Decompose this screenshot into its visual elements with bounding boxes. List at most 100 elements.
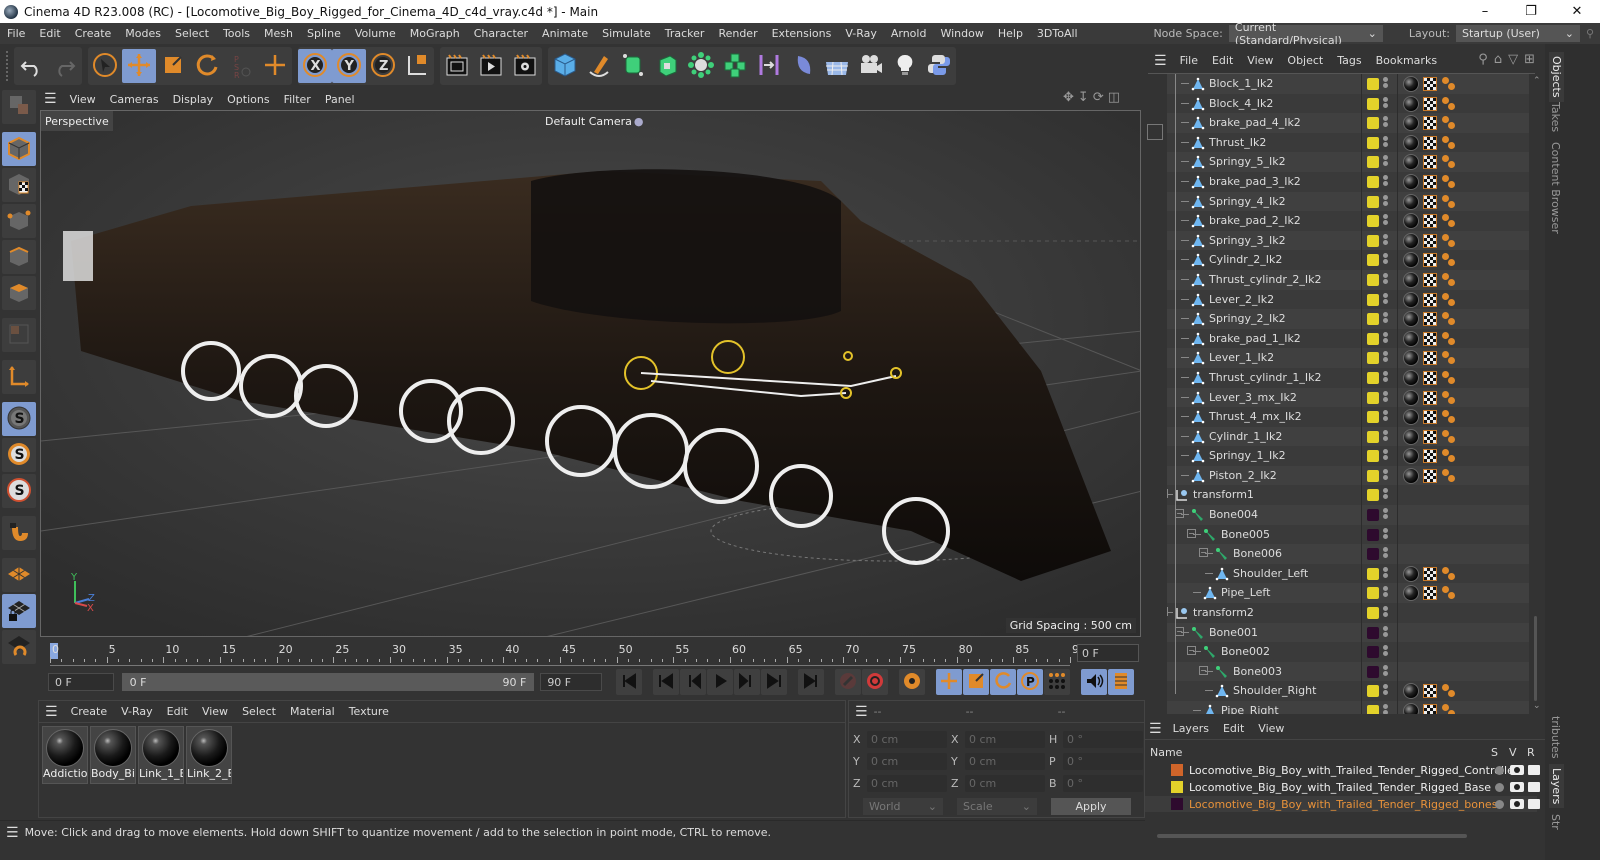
collapse-toggle-icon[interactable]: − — [1187, 646, 1196, 656]
ik-constraint-tag-icon[interactable] — [1441, 194, 1457, 210]
menu-render[interactable]: Render — [711, 27, 764, 40]
layer-color-swatch[interactable] — [1367, 528, 1379, 541]
texture-tag-icon[interactable] — [1423, 312, 1437, 327]
coord-system-dropdown[interactable]: World ⌄ — [863, 798, 943, 815]
object-name[interactable]: Bone001 — [1209, 626, 1258, 639]
material-tag-icon[interactable] — [1403, 252, 1419, 269]
object-row[interactable]: brake_pad_2_Ik2 — [1167, 211, 1529, 231]
scroll-up-icon[interactable]: ⌃ — [1533, 76, 1541, 86]
menu-spline[interactable]: Spline — [300, 27, 348, 40]
menu-3dtoall[interactable]: 3DToAll — [1030, 27, 1085, 40]
material-tag-icon[interactable] — [1403, 330, 1419, 347]
layer-color-swatch[interactable] — [1367, 705, 1379, 714]
ik-constraint-tag-icon[interactable] — [1441, 409, 1457, 425]
layer-color-swatch[interactable] — [1367, 450, 1379, 463]
menu-modes[interactable]: Modes — [118, 27, 168, 40]
menu-simulate[interactable]: Simulate — [595, 27, 658, 40]
workplane-rotate-button[interactable] — [2, 630, 36, 664]
visibility-dots-icon[interactable] — [1383, 546, 1389, 560]
pen-button[interactable] — [582, 49, 616, 83]
solo-toggle-icon[interactable] — [1495, 782, 1504, 792]
select-button[interactable] — [88, 49, 122, 83]
object-name[interactable]: brake_pad_1_Ik2 — [1209, 332, 1301, 345]
visibility-dots-icon[interactable] — [1383, 507, 1389, 521]
go-end-button[interactable] — [798, 669, 824, 695]
layer-color-swatch[interactable] — [1367, 391, 1379, 404]
layer-color-swatch[interactable] — [1367, 548, 1379, 561]
key-position-button[interactable] — [936, 669, 962, 695]
layer-color-swatch[interactable] — [1367, 175, 1379, 188]
menu-volume[interactable]: Volume — [348, 27, 403, 40]
menu-tracker[interactable]: Tracker — [658, 27, 712, 40]
3d-viewport[interactable]: Y Z X Perspective Default Camera ● Grid S… — [40, 110, 1141, 637]
object-row[interactable]: Lever_1_Ik2 — [1167, 348, 1529, 368]
object-name[interactable]: brake_pad_2_Ik2 — [1209, 214, 1301, 227]
texture-tag-icon[interactable] — [1423, 704, 1437, 714]
solo-off-button[interactable]: S — [2, 402, 36, 436]
position-x-field[interactable]: 0 cm — [867, 731, 947, 748]
texture-tag-icon[interactable] — [1423, 135, 1437, 150]
panel-layout-icon[interactable] — [1147, 124, 1163, 140]
start-frame-field[interactable]: 0 F — [48, 673, 114, 691]
new-view-icon[interactable]: ⊞ — [1524, 52, 1535, 67]
undo-button[interactable] — [14, 49, 48, 83]
object-row[interactable]: Lever_3_mx_Ik2 — [1167, 387, 1529, 408]
layer-row[interactable]: Locomotive_Big_Boy_with_Trailed_Tender_R… — [1145, 796, 1540, 812]
texture-tag-icon[interactable] — [1423, 449, 1437, 464]
object-name[interactable]: Springy_3_Ik2 — [1209, 234, 1286, 247]
record-keys-button[interactable] — [835, 669, 861, 695]
object-row[interactable]: Springy_3_Ik2 — [1167, 230, 1529, 251]
visibility-dots-icon[interactable] — [1383, 331, 1389, 345]
object-name[interactable]: Thrust_cylindr_2_Ik2 — [1209, 273, 1322, 286]
visibility-dots-icon[interactable] — [1383, 409, 1389, 423]
layer-color-swatch[interactable] — [1367, 371, 1379, 384]
menu-file[interactable]: File — [0, 27, 32, 40]
layer-color-swatch[interactable] — [1367, 234, 1379, 247]
object-name[interactable]: Block_4_Ik2 — [1209, 97, 1273, 110]
layer-name[interactable]: Locomotive_Big_Boy_with_Trailed_Tender_R… — [1189, 798, 1497, 811]
object-name[interactable]: Bone002 — [1221, 645, 1270, 658]
layer-color-swatch[interactable] — [1171, 781, 1183, 793]
layer-color-swatch[interactable] — [1367, 430, 1379, 443]
layer-color-swatch[interactable] — [1367, 626, 1379, 639]
collapse-toggle-icon[interactable]: − — [1167, 607, 1168, 617]
layer-color-swatch[interactable] — [1367, 313, 1379, 326]
object-name[interactable]: Bone006 — [1233, 547, 1282, 560]
object-name[interactable]: Shoulder_Right — [1233, 684, 1316, 697]
layer-color-swatch[interactable] — [1367, 78, 1379, 90]
rotation-p-field[interactable]: 0 ° — [1063, 753, 1143, 770]
close-button[interactable]: ✕ — [1554, 0, 1600, 23]
rotation-h-field[interactable]: 0 ° — [1063, 731, 1143, 748]
object-row[interactable]: Lever_2_Ik2 — [1167, 289, 1529, 310]
ik-constraint-tag-icon[interactable] — [1441, 468, 1457, 484]
cloner-button[interactable] — [684, 49, 718, 83]
deformer-button[interactable] — [752, 49, 786, 83]
apply-button[interactable]: Apply — [1051, 798, 1131, 815]
floor-button[interactable] — [820, 49, 854, 83]
ik-constraint-tag-icon[interactable] — [1441, 292, 1457, 308]
size-y-field[interactable]: 0 cm — [965, 753, 1045, 770]
visibility-dots-icon[interactable] — [1383, 468, 1389, 482]
object-name[interactable]: brake_pad_3_Ik2 — [1209, 175, 1301, 188]
texture-tag-icon[interactable] — [1423, 410, 1437, 425]
ik-constraint-tag-icon[interactable] — [1441, 566, 1457, 582]
texture-tag-icon[interactable] — [1423, 566, 1437, 581]
subdivision-button[interactable] — [616, 49, 650, 83]
hamburger-icon[interactable]: ☰ — [45, 704, 58, 720]
menu-mograph[interactable]: MoGraph — [403, 27, 467, 40]
material-tag-icon[interactable] — [1403, 213, 1419, 230]
visibility-dots-icon[interactable] — [1383, 135, 1389, 149]
material-menu-texture[interactable]: Texture — [342, 705, 396, 718]
ik-constraint-tag-icon[interactable] — [1441, 370, 1457, 386]
material-tag-icon[interactable] — [1403, 115, 1419, 132]
scroll-down-icon[interactable]: ⌄ — [1533, 701, 1541, 711]
transform-button[interactable] — [258, 49, 292, 83]
material-tag-icon[interactable] — [1403, 467, 1419, 484]
key-scale-button[interactable] — [963, 669, 989, 695]
layer-color-swatch[interactable] — [1367, 665, 1379, 678]
frame-range-slider[interactable]: 0 F 90 F — [121, 673, 535, 691]
object-name[interactable]: Springy_4_Ik2 — [1209, 195, 1286, 208]
layer-color-swatch[interactable] — [1171, 764, 1183, 776]
search-icon[interactable]: ⚲ — [1478, 52, 1488, 67]
material-tag-icon[interactable] — [1403, 585, 1419, 602]
